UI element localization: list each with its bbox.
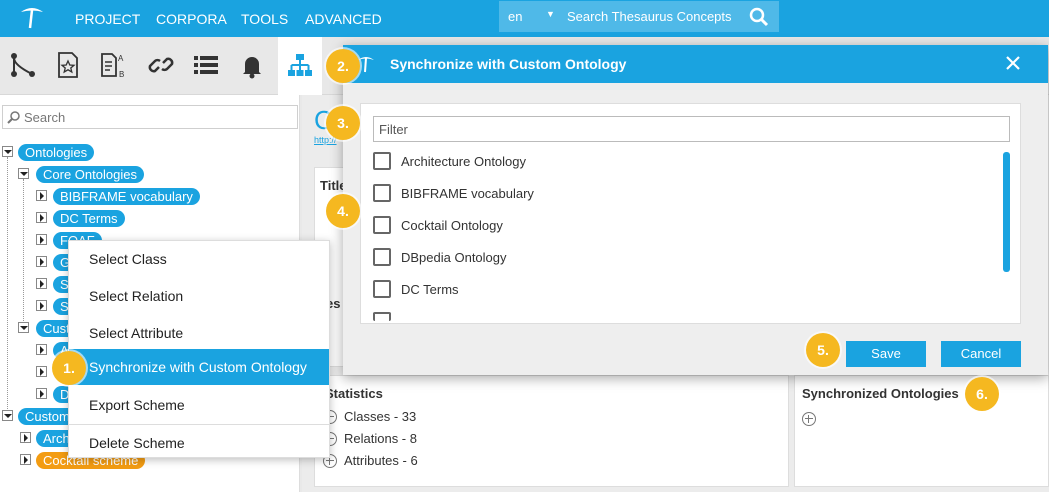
tree-guide xyxy=(23,179,24,329)
tree-toggle[interactable] xyxy=(36,366,47,377)
tree-toggle[interactable] xyxy=(20,432,31,443)
list-icon[interactable] xyxy=(191,50,221,80)
step-marker-1: 1. xyxy=(52,351,86,385)
tree-toggle[interactable] xyxy=(36,256,47,267)
menu-select-class[interactable]: Select Class xyxy=(69,241,329,277)
tree-toggle[interactable] xyxy=(36,278,47,289)
context-menu: Select Class Select Relation Select Attr… xyxy=(68,240,330,458)
label-dbpedia-ontology: DBpedia Ontology xyxy=(401,250,507,265)
checkbox-dbpedia-ontology[interactable] xyxy=(373,248,391,266)
stat-relations: Relations - 8 xyxy=(344,431,417,446)
dialog-title: Synchronize with Custom Ontology xyxy=(390,56,627,72)
app-logo-icon[interactable] xyxy=(18,6,46,30)
dialog-header: Synchronize with Custom Ontology xyxy=(343,45,1048,83)
label-dc-terms: DC Terms xyxy=(401,282,459,297)
tree-toggle[interactable] xyxy=(36,190,47,201)
checkbox-architecture-ontology[interactable] xyxy=(373,152,391,170)
tree-toggle[interactable] xyxy=(36,212,47,223)
tree-toggle[interactable] xyxy=(18,322,29,333)
add-sync-icon[interactable] xyxy=(802,412,816,426)
menu-export-scheme[interactable]: Export Scheme xyxy=(69,387,329,423)
svg-text:A: A xyxy=(118,54,124,63)
checkbox-dc-terms[interactable] xyxy=(373,280,391,298)
statistics-card: Statistics Classes - 33 Relations - 8 At… xyxy=(314,375,789,487)
menu-select-relation[interactable]: Select Relation xyxy=(69,278,329,314)
filter-input[interactable]: Filter xyxy=(373,116,1010,142)
tree-toggle[interactable] xyxy=(18,168,29,179)
statistics-heading: Statistics xyxy=(325,386,383,401)
language-select[interactable]: en xyxy=(508,9,522,24)
tree-node-ontologies[interactable]: Ontologies xyxy=(18,144,95,161)
menu-delete-scheme[interactable]: Delete Scheme xyxy=(69,425,329,461)
svg-text:B: B xyxy=(119,70,124,79)
step-marker-5: 5. xyxy=(806,333,840,367)
tree-toggle[interactable] xyxy=(36,300,47,311)
thesaurus-search-input[interactable]: Search Thesaurus Concepts xyxy=(567,9,732,24)
tree-node-dc-terms[interactable]: DC Terms xyxy=(53,210,125,227)
document-star-icon[interactable] xyxy=(53,50,83,80)
menu-corpora[interactable]: CORPORA xyxy=(156,11,227,27)
menu-tools[interactable]: TOOLS xyxy=(241,11,288,27)
menu-project[interactable]: PROJECT xyxy=(75,11,140,27)
checkbox-cocktail-ontology[interactable] xyxy=(373,216,391,234)
thesaurus-search-bar: en ▼ Search Thesaurus Concepts xyxy=(499,1,779,32)
step-marker-6: 6. xyxy=(965,377,999,411)
bell-icon[interactable] xyxy=(237,50,267,80)
search-icon xyxy=(7,111,20,124)
chevron-down-icon[interactable]: ▼ xyxy=(546,9,555,19)
tree-search-placeholder: Search xyxy=(24,110,66,125)
tree-toggle[interactable] xyxy=(36,234,47,245)
search-icon[interactable] xyxy=(749,7,769,27)
tree-toggle[interactable] xyxy=(36,344,47,355)
tree-node-bibframe[interactable]: BIBFRAME vocabulary xyxy=(53,188,200,205)
translate-icon[interactable]: A B xyxy=(99,50,129,80)
tree-toggle[interactable] xyxy=(36,388,47,399)
cancel-button[interactable]: Cancel xyxy=(941,341,1021,367)
tree-toggle[interactable] xyxy=(20,454,31,465)
close-icon[interactable] xyxy=(1005,55,1021,71)
menu-select-attribute[interactable]: Select Attribute xyxy=(69,315,329,351)
synchronized-ontologies-card: Synchronized Ontologies xyxy=(794,375,1049,487)
tree-toggle[interactable] xyxy=(2,146,13,157)
step-marker-2: 2. xyxy=(326,49,360,83)
tree-guide xyxy=(7,157,8,415)
menu-advanced[interactable]: ADVANCED xyxy=(305,11,382,27)
tree-toggle[interactable] xyxy=(2,410,13,421)
label-architecture-ontology: Architecture Ontology xyxy=(401,154,527,169)
label-cocktail-ontology: Cocktail Ontology xyxy=(401,218,503,233)
menu-synchronize[interactable]: Synchronize with Custom Ontology xyxy=(69,349,329,385)
tree-search-input[interactable]: Search xyxy=(2,105,298,129)
link-icon[interactable] xyxy=(146,50,176,80)
list-scrollbar[interactable] xyxy=(1003,152,1010,272)
step-marker-3: 3. xyxy=(326,106,360,140)
label-bibframe: BIBFRAME vocabulary xyxy=(401,186,534,201)
hierarchy-icon[interactable] xyxy=(8,50,38,80)
tree-node-core-ontologies[interactable]: Core Ontologies xyxy=(36,166,144,183)
checkbox-partial[interactable] xyxy=(373,312,391,321)
stat-attributes: Attributes - 6 xyxy=(344,453,418,468)
save-button[interactable]: Save xyxy=(846,341,926,367)
ontology-list-panel: Filter Architecture Ontology BIBFRAME vo… xyxy=(360,103,1021,324)
sitemap-icon xyxy=(288,54,312,76)
synchronize-dialog: Synchronize with Custom Ontology Filter … xyxy=(343,45,1048,375)
synchronized-ontologies-heading: Synchronized Ontologies xyxy=(802,386,959,401)
stat-classes: Classes - 33 xyxy=(344,409,417,424)
filter-placeholder: Filter xyxy=(379,122,408,137)
step-marker-4: 4. xyxy=(326,194,360,228)
top-navbar: PROJECT CORPORA TOOLS ADVANCED en ▼ Sear… xyxy=(0,0,1049,37)
checkbox-bibframe[interactable] xyxy=(373,184,391,202)
tab-ontology-scheme[interactable] xyxy=(278,37,322,95)
